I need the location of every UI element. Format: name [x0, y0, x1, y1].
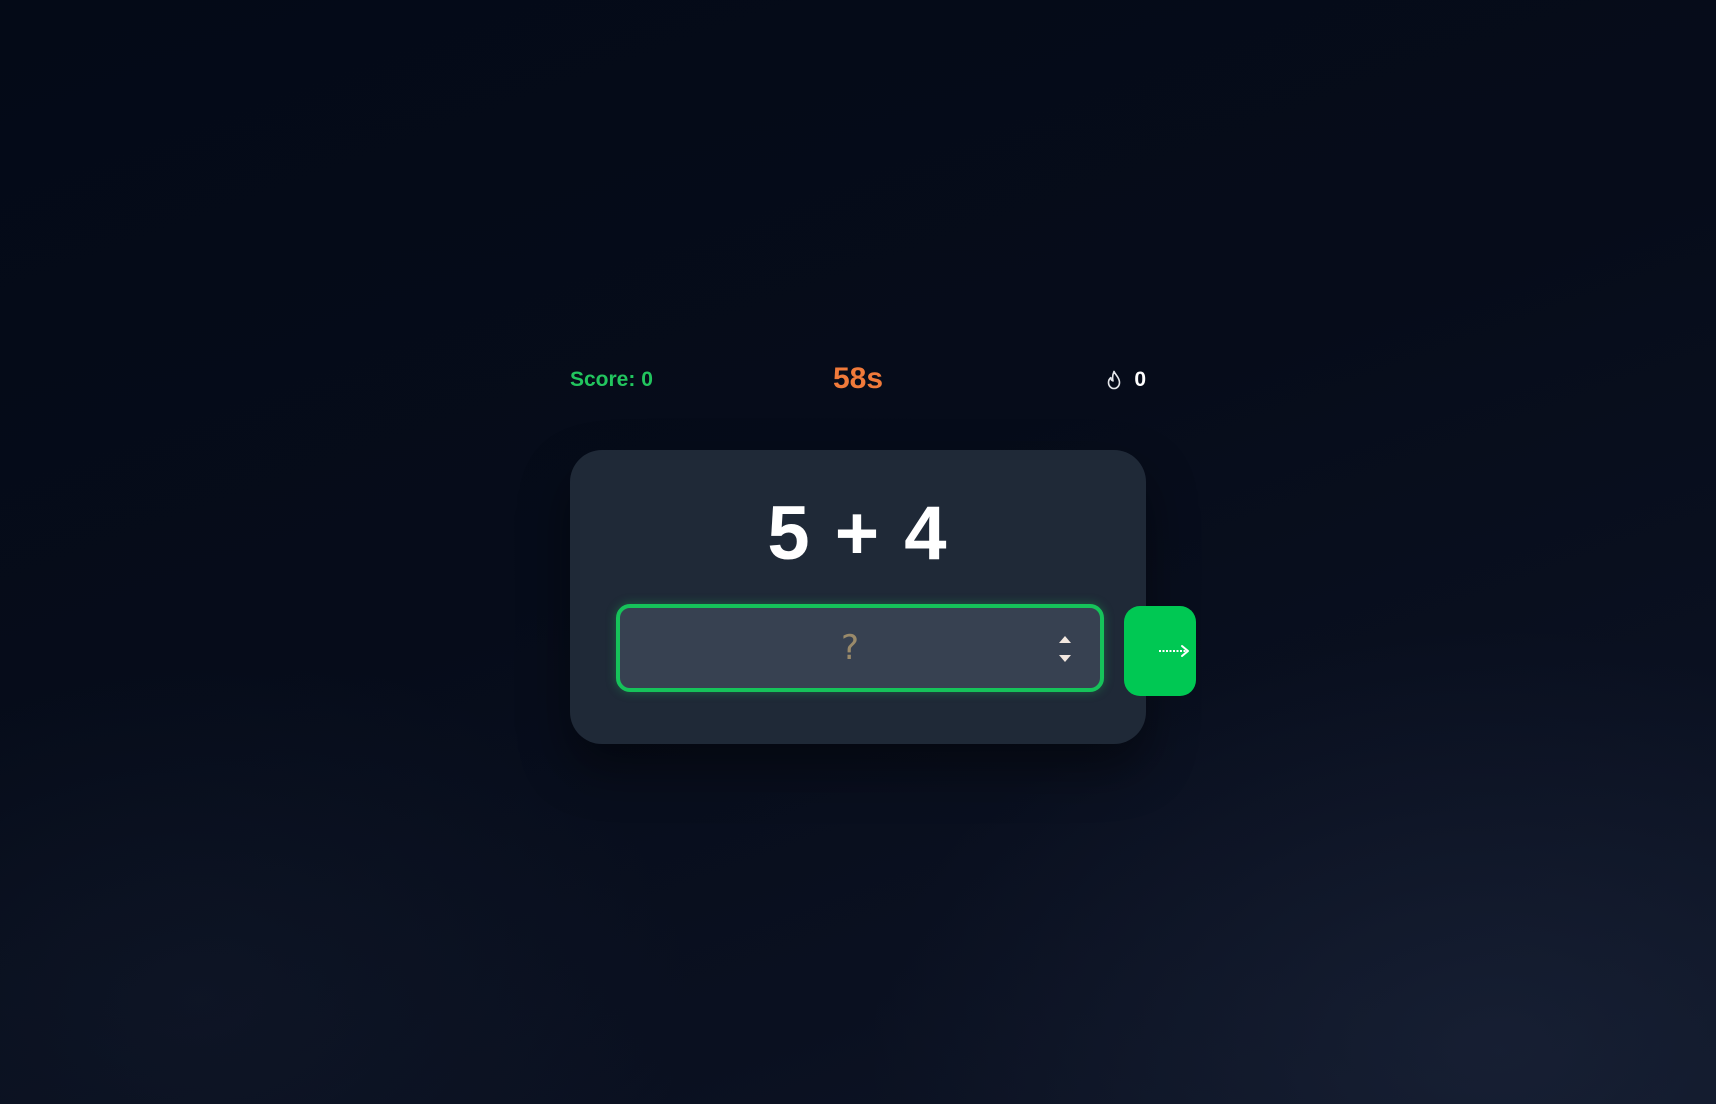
answer-input[interactable]: ? [616, 604, 1104, 692]
arrow-right-icon [1159, 645, 1189, 657]
decrement-arrow-icon[interactable] [1059, 655, 1071, 662]
streak-counter: 0 [1106, 368, 1146, 392]
streak-value: 0 [1134, 368, 1146, 391]
number-spinner[interactable] [1058, 636, 1072, 662]
answer-placeholder: ? [840, 628, 860, 668]
question-card: 5 + 4 ? [570, 450, 1146, 744]
game-hud: Score: 0 58s 0 [570, 362, 1146, 402]
submit-button[interactable] [1124, 606, 1196, 696]
flame-icon [1106, 370, 1122, 390]
math-question: 5 + 4 [767, 491, 949, 576]
increment-arrow-icon[interactable] [1059, 636, 1071, 643]
timer-display: 58s [832, 362, 884, 395]
